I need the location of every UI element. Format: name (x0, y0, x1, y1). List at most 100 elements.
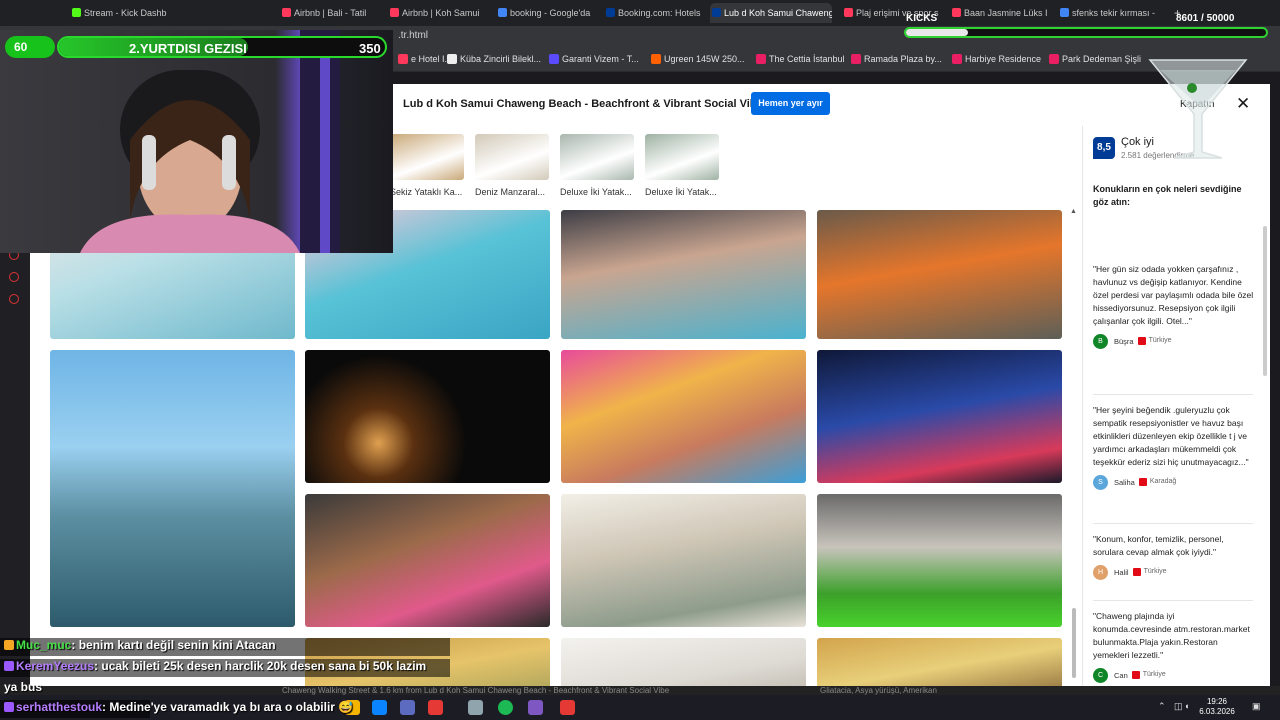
tab-favicon-icon (1060, 8, 1069, 17)
photo-pool-beer-pong[interactable] (561, 210, 806, 339)
author-country: Türkiye (1143, 568, 1167, 575)
url-text[interactable]: .tr.html (398, 30, 428, 41)
photo-party-dance[interactable] (561, 350, 806, 483)
chat-username: serhatthestouk (16, 700, 103, 714)
modal-title: Lub d Koh Samui Chaweng Beach - Beachfro… (403, 98, 763, 110)
webcam-overlay: 60 2.YURTDISI GEZISI 350 (0, 30, 393, 253)
tab-favicon-icon (844, 8, 853, 17)
room-thumb-label[interactable]: Deluxe İki Yatak... (560, 187, 634, 197)
chat-text: : Medine'ye varamadık ya bı ara o olabil… (102, 700, 354, 714)
reviews-panel: 8,5 Çok iyi 2.581 değerlendirme Konuklar… (1082, 126, 1270, 686)
author-country: Karadağ (1149, 478, 1177, 485)
room-thumb[interactable]: Deluxe İki Yatak... (645, 134, 719, 197)
browser-tab[interactable]: Booking.com: Hotels (604, 3, 704, 23)
author-name: Saliha (1114, 478, 1135, 487)
room-thumb[interactable]: Deluxe İki Yatak... (560, 134, 634, 197)
room-thumb[interactable]: Deniz Manzaral... (475, 134, 549, 197)
bookmark-item[interactable]: Park Dedeman Şişli (1049, 54, 1141, 64)
photo-night-party-crowd[interactable] (817, 350, 1062, 483)
scroll-thumb[interactable] (1072, 608, 1076, 678)
room-thumb-label[interactable]: Deluxe İki Yatak... (645, 187, 719, 197)
sidebar-alert-icon[interactable] (9, 272, 19, 282)
review-item: "Chaweng plajında iyi konumda.cevresinde… (1093, 610, 1255, 684)
country-flag-icon (1132, 568, 1141, 576)
taskbar-app-spotify[interactable] (498, 700, 513, 715)
photo-group-orange-shirts[interactable] (817, 210, 1062, 339)
browser-tab[interactable]: Airbnb | Bali - Tatil (280, 3, 385, 23)
review-author: C Can Türkiye (1093, 668, 1255, 684)
bookmark-favicon-icon (549, 54, 559, 64)
bookmark-item[interactable]: Garanti Vizem - T... (549, 54, 639, 64)
bookmark-favicon-icon (1049, 54, 1059, 64)
bookmark-item[interactable]: The Cettia İstanbul (756, 54, 845, 64)
browser-tab[interactable]: Lub d Koh Samui Chaweng (710, 3, 832, 23)
bookmark-favicon-icon (447, 54, 457, 64)
bookmark-item[interactable]: Küba Zincirli Bilekl... (447, 54, 541, 64)
goal-title: 2.YURTDISI GEZISI (129, 41, 247, 56)
tray-chevron-icon[interactable]: ⌃ (1158, 701, 1166, 712)
taskbar-app-7[interactable] (560, 700, 575, 715)
link-status-bar: Chaweng Walking Street & 1.6 km from Lub… (0, 686, 1280, 695)
chat-message: KeremYeezus: ucak bileti 25k desen harcl… (4, 659, 426, 673)
review-author: B Büşra Türkiye (1093, 334, 1255, 350)
system-clock[interactable]: 19:26 6.03.2026 (1195, 697, 1239, 717)
author-name: Halil (1114, 568, 1129, 577)
tray-volume-icon[interactable]: ◖ (1184, 701, 1189, 711)
taskbar-app-4[interactable] (428, 700, 443, 715)
chat-username: KeremYeezus (16, 659, 95, 673)
taskbar-app-3[interactable] (400, 700, 415, 715)
streamer-webcam-image (0, 30, 393, 253)
avatar: B (1093, 334, 1108, 349)
chat-message: Muc_muc: benim kartı değil senin kini At… (4, 638, 276, 652)
chat-text: : benim kartı değil senin kini Atacan (71, 638, 276, 652)
browser-tab[interactable]: Stream - Kick Dashb (70, 3, 180, 23)
taskbar-app-2[interactable] (372, 700, 387, 715)
martini-glass-icon (1148, 59, 1248, 159)
tab-favicon-icon (712, 8, 721, 17)
bookmark-item[interactable]: Ugreen 145W 250... (651, 54, 745, 64)
browser-tab[interactable]: Airbnb | Koh Samui (388, 3, 493, 23)
goal-count: 350 (359, 41, 381, 56)
scroll-up-icon[interactable]: ▲ (1070, 208, 1077, 215)
room-thumb-label[interactable]: Deniz Manzaral... (475, 187, 549, 197)
avatar: H (1093, 565, 1108, 580)
reviews-scrollbar[interactable] (1263, 226, 1267, 376)
review-divider (1093, 600, 1253, 601)
browser-tab[interactable]: booking - Google'da (496, 3, 600, 23)
browser-tab[interactable]: Baan Jasmine Lüks I (950, 3, 1050, 23)
photo-palm-wall[interactable] (817, 638, 1062, 686)
photo-beach-lifeguard-tower[interactable] (50, 350, 295, 627)
chat-username: Muc_muc (16, 638, 72, 652)
taskbar-app-6[interactable] (528, 700, 543, 715)
bookmark-item[interactable]: Ramada Plaza by... (851, 54, 942, 64)
photo-lounge-room[interactable] (561, 638, 806, 686)
book-now-button[interactable]: Hemen yer ayır (751, 92, 830, 115)
review-text: "Her gün siz odada yokken çarşafınız , h… (1093, 264, 1254, 326)
tab-favicon-icon (282, 8, 291, 17)
author-name: Büşra (1114, 337, 1134, 346)
review-author: S Saliha Karadağ (1093, 475, 1255, 491)
tray-network-icon[interactable]: ◫ (1174, 701, 1183, 712)
bookmark-item[interactable]: Harbiye Residence (952, 54, 1041, 64)
photo-bar-crowd[interactable] (305, 494, 550, 627)
photo-fire-show[interactable] (305, 350, 550, 483)
gallery-scrollbar[interactable]: ▲ (1070, 208, 1078, 686)
room-thumb-label[interactable]: Sekiz Yataklı Ka... (390, 187, 464, 197)
room-thumb-image[interactable] (645, 134, 719, 180)
photo-beer-pong-tables[interactable] (817, 494, 1062, 627)
bookmark-item[interactable]: e Hotel I... (398, 54, 452, 64)
bookmark-favicon-icon (851, 54, 861, 64)
browser-tab[interactable]: sfenks tekir kırması - (1058, 3, 1158, 23)
notification-icon[interactable]: ▣ (1252, 701, 1261, 712)
photo-lobby-interior[interactable] (561, 494, 806, 627)
review-item: "Konum, konfor, temizlik, personel, soru… (1093, 533, 1255, 581)
room-thumb-image[interactable] (560, 134, 634, 180)
room-thumb-image[interactable] (475, 134, 549, 180)
status-right: Gliatacia, Asya yürüşü, Amerikan (820, 686, 937, 695)
taskbar-app-5[interactable] (468, 700, 483, 715)
bookmark-favicon-icon (756, 54, 766, 64)
sidebar-settings-icon[interactable] (9, 294, 19, 304)
room-thumb-image[interactable] (390, 134, 464, 180)
bookmark-favicon-icon (952, 54, 962, 64)
room-thumb[interactable]: Sekiz Yataklı Ka... (390, 134, 464, 197)
